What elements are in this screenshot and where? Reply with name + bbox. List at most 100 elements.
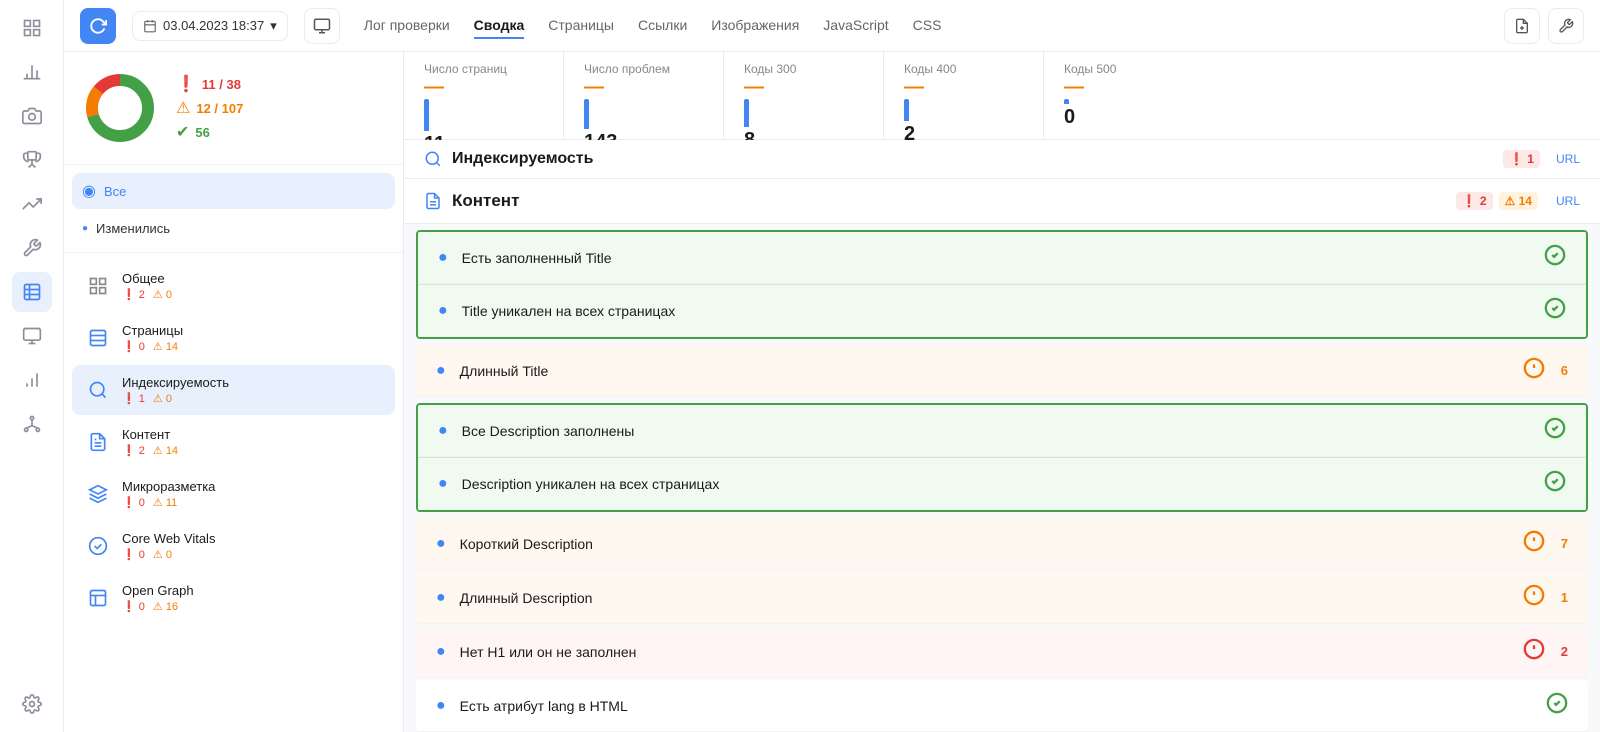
content-warn-badge: ⚠ 14 bbox=[1499, 192, 1538, 210]
nav-javascript[interactable]: JavaScript bbox=[823, 13, 888, 39]
export-button[interactable] bbox=[1504, 8, 1540, 44]
date-text: 03.04.2023 18:37 bbox=[163, 18, 264, 33]
check-name-title-long: Длинный Title bbox=[460, 363, 1513, 379]
nav-item-indexability[interactable]: Индексируемость ❗ 1 ⚠ 0 bbox=[72, 365, 395, 415]
stat-500: Коды 500 — 0 bbox=[1044, 52, 1204, 139]
nav-item-general[interactable]: Общее ❗ 2 ⚠ 0 bbox=[72, 261, 395, 311]
sidebar-icon-monitor[interactable] bbox=[12, 316, 52, 356]
sidebar-icon-table[interactable] bbox=[12, 272, 52, 312]
sidebar-icon-analytics[interactable] bbox=[12, 360, 52, 400]
stat-pages-label: Число страниц bbox=[424, 62, 543, 76]
og-counts: ❗ 0 ⚠ 16 bbox=[122, 600, 383, 613]
sidebar-icon-trophy[interactable] bbox=[12, 140, 52, 180]
filter-all[interactable]: ◉ Все bbox=[72, 173, 395, 209]
main-wrapper: 03.04.2023 18:37 ▾ Лог проверки Сводка С… bbox=[64, 0, 1600, 732]
content-counts: ❗ 2 ⚠ 14 bbox=[122, 444, 383, 457]
nav-item-pages[interactable]: Страницы ❗ 0 ⚠ 14 bbox=[72, 313, 395, 363]
content-name: Контент bbox=[122, 427, 383, 442]
cwv-name: Core Web Vitals bbox=[122, 531, 383, 546]
stats-bar: Число страниц — 11 Число проблем — bbox=[404, 52, 1600, 140]
check-ok-icon-3 bbox=[1544, 417, 1566, 444]
sidebar-icon-grid[interactable] bbox=[12, 8, 52, 48]
right-panel: Число страниц — 11 Число проблем — bbox=[404, 52, 1600, 732]
indexability-name: Индексируемость bbox=[122, 375, 383, 390]
check-item-lang[interactable]: ● Есть атрибут lang в HTML bbox=[416, 680, 1588, 732]
indexability-url-link[interactable]: URL bbox=[1556, 152, 1580, 166]
bullet-icon: ● bbox=[438, 475, 448, 493]
error-stat: ❗ 11 / 38 bbox=[176, 74, 243, 94]
stat-problems: Число проблем — 143 bbox=[564, 52, 724, 139]
check-ok-icon-4 bbox=[1544, 470, 1566, 497]
content-section-icon bbox=[424, 192, 442, 210]
error-count: 11 / 38 bbox=[202, 77, 241, 92]
bullet-icon: ● bbox=[436, 589, 446, 607]
check-warn-icon-2 bbox=[1523, 357, 1545, 384]
description-group: ● Все Description заполнены ● Descriptio… bbox=[416, 403, 1588, 512]
indexability-error-badge: ❗ 1 bbox=[1503, 150, 1540, 168]
bullet-icon: ● bbox=[436, 362, 446, 380]
sidebar-icon-tree[interactable] bbox=[12, 404, 52, 444]
pages-warn-count: ⚠ 14 bbox=[153, 340, 178, 353]
indexability-text: Индексируемость ❗ 1 ⚠ 0 bbox=[122, 375, 383, 405]
content-error-badge: ❗ 2 bbox=[1456, 192, 1493, 210]
stat-400-dash: — bbox=[904, 76, 924, 99]
indexability-icon bbox=[84, 376, 112, 404]
nav-links[interactable]: Ссылки bbox=[638, 13, 687, 39]
filter-changed[interactable]: ● Изменились bbox=[72, 213, 395, 244]
check-name-desc-long: Длинный Description bbox=[460, 590, 1513, 606]
nav-images[interactable]: Изображения bbox=[711, 13, 799, 39]
content-area: ❗ 11 / 38 ⚠ 12 / 107 ✔ 56 ◉ bbox=[64, 52, 1600, 732]
device-toggle[interactable] bbox=[304, 8, 340, 44]
check-item-title-unique[interactable]: ● Title уникален на всех страницах bbox=[418, 284, 1586, 337]
bullet-icon: ● bbox=[438, 302, 448, 320]
nav-css[interactable]: CSS bbox=[913, 13, 942, 39]
micromarkup-name: Микроразметка bbox=[122, 479, 383, 494]
check-name-h1: Нет H1 или он не заполнен bbox=[460, 644, 1513, 660]
pages-name: Страницы bbox=[122, 323, 383, 338]
nav-summary[interactable]: Сводка bbox=[474, 13, 525, 39]
sidebar-icon-settings[interactable] bbox=[12, 684, 52, 724]
sidebar-icon-camera[interactable] bbox=[12, 96, 52, 136]
date-picker[interactable]: 03.04.2023 18:37 ▾ bbox=[132, 11, 288, 41]
ok-count: 56 bbox=[195, 125, 209, 140]
header-actions bbox=[1504, 8, 1584, 44]
check-item-desc-long[interactable]: ● Длинный Description 1 bbox=[416, 572, 1588, 624]
nav-item-content[interactable]: Контент ❗ 2 ⚠ 14 bbox=[72, 417, 395, 467]
check-item-desc-filled[interactable]: ● Все Description заполнены bbox=[418, 405, 1586, 457]
cwv-counts: ❗ 0 ⚠ 0 bbox=[122, 548, 383, 561]
sidebar-icon-chart[interactable] bbox=[12, 52, 52, 92]
indexability-section-header[interactable]: Индексируемость ❗ 1 URL bbox=[404, 140, 1600, 179]
content-section-header: Контент ❗ 2 ⚠ 14 URL bbox=[404, 179, 1600, 224]
tools-button[interactable] bbox=[1548, 8, 1584, 44]
refresh-button[interactable] bbox=[80, 8, 116, 44]
micromarkup-counts: ❗ 0 ⚠ 11 bbox=[122, 496, 383, 509]
cwv-text: Core Web Vitals ❗ 0 ⚠ 0 bbox=[122, 531, 383, 561]
og-error-count: ❗ 0 bbox=[122, 600, 145, 613]
pages-counts: ❗ 0 ⚠ 14 bbox=[122, 340, 383, 353]
sidebar-icon-tools[interactable] bbox=[12, 228, 52, 268]
nav-log[interactable]: Лог проверки bbox=[364, 13, 450, 39]
nav-item-micromarkup[interactable]: Микроразметка ❗ 0 ⚠ 11 bbox=[72, 469, 395, 519]
stat-300-label: Коды 300 bbox=[744, 62, 863, 76]
nav-pages[interactable]: Страницы bbox=[548, 13, 614, 39]
content-error-count: ❗ 2 bbox=[122, 444, 145, 457]
check-item-desc-unique[interactable]: ● Description уникален на всех страницах bbox=[418, 457, 1586, 510]
check-item-h1[interactable]: ● Нет H1 или он не заполнен 2 bbox=[416, 626, 1588, 678]
check-warn-icon-6 bbox=[1523, 584, 1545, 611]
content-section: Индексируемость ❗ 1 URL Контент ❗ 2 ⚠ 14 bbox=[404, 140, 1600, 732]
check-name-title-filled: Есть заполненный Title bbox=[462, 250, 1534, 266]
cwv-error-count: ❗ 0 bbox=[122, 548, 145, 561]
micromarkup-warn-count: ⚠ 11 bbox=[153, 496, 177, 509]
nav-item-core-web-vitals[interactable]: Core Web Vitals ❗ 0 ⚠ 0 bbox=[72, 521, 395, 571]
indexability-error-count: ❗ 1 bbox=[122, 392, 145, 405]
check-item-desc-short[interactable]: ● Короткий Description 7 bbox=[416, 518, 1588, 570]
check-ok-icon-0 bbox=[1544, 244, 1566, 271]
check-item-title-long[interactable]: ● Длинный Title 6 bbox=[416, 345, 1588, 397]
sidebar-icon-trending[interactable] bbox=[12, 184, 52, 224]
content-url-link[interactable]: URL bbox=[1556, 194, 1580, 208]
nav-item-open-graph[interactable]: Open Graph ❗ 0 ⚠ 16 bbox=[72, 573, 395, 623]
indexability-counts: ❗ 1 ⚠ 0 bbox=[122, 392, 383, 405]
content-warn-count: ⚠ 14 bbox=[153, 444, 178, 457]
warn-count: 12 / 107 bbox=[196, 101, 243, 116]
check-item-title-filled[interactable]: ● Есть заполненный Title bbox=[418, 232, 1586, 284]
